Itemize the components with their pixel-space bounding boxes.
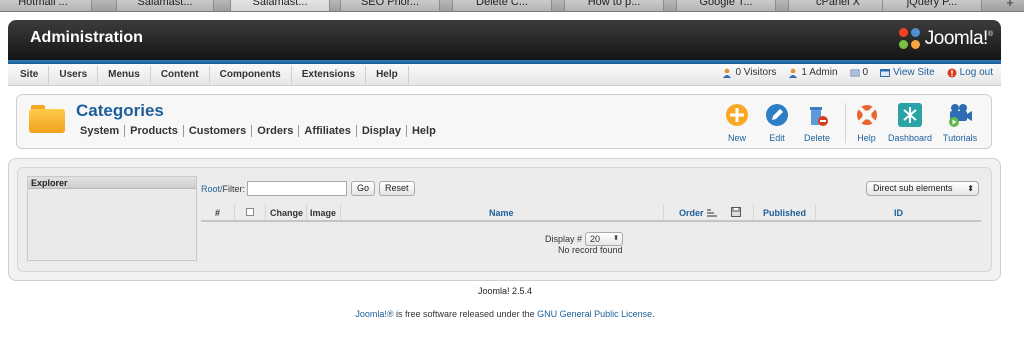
menu-extensions[interactable]: Extensions (292, 66, 367, 84)
browser-tab-active[interactable]: Salamast... (230, 0, 330, 11)
menu-menus[interactable]: Menus (98, 66, 151, 84)
browser-tab[interactable]: Salamast... (116, 0, 214, 11)
col-order[interactable]: Order (679, 208, 704, 218)
browser-tab[interactable]: Hotmail ... (0, 0, 92, 11)
filter-row: Root/ Filter: Go Reset (201, 181, 419, 196)
visitors-status: 0 Visitors (722, 67, 776, 78)
sort-order-icon[interactable] (707, 208, 717, 217)
add-icon (726, 104, 748, 126)
filter-label: Filter: (222, 183, 246, 194)
root-link[interactable]: Root/ (201, 184, 223, 194)
admins-status: 1 Admin (788, 67, 838, 78)
browser-tab[interactable]: Google T... (676, 0, 776, 11)
col-number: # (215, 208, 221, 218)
tutorials-button[interactable]: Tutorials (935, 103, 985, 143)
menu-components[interactable]: Components (210, 66, 292, 84)
messages-icon (850, 69, 860, 76)
pagination-display: Display # 20 ⬍ (545, 232, 624, 246)
admin-menu-bar: Site Users Menus Content Components Exte… (8, 64, 1001, 86)
empty-message: No record found (558, 245, 623, 255)
admin-header: Administration Joomla! ® (8, 20, 1001, 60)
browser-tab[interactable]: Delete C... (452, 0, 552, 11)
menu-content[interactable]: Content (151, 66, 210, 84)
display-count-select[interactable]: 20 ⬍ (585, 232, 624, 246)
logout-icon (947, 68, 957, 77)
delete-button[interactable]: Delete (797, 103, 837, 143)
submenu-system[interactable]: System (80, 125, 126, 137)
toolbar-buttons: New Edit Delete Help Dashboard Tutorials (717, 103, 985, 143)
joomla-logo[interactable]: Joomla! ® (898, 26, 993, 52)
joomla-link[interactable]: Joomla!® (355, 309, 393, 319)
submenu-orders[interactable]: Orders (252, 125, 300, 137)
categories-folder-icon (29, 105, 65, 133)
grid-header: # Change Image Name Order Published ID (201, 202, 981, 222)
joomla-logo-text: Joomla! (924, 28, 989, 49)
visitors-icon (723, 68, 732, 78)
joomla-mark-icon (898, 28, 921, 50)
reset-button[interactable]: Reset (379, 181, 415, 196)
registered-mark: ® (987, 30, 993, 38)
browser-tab[interactable]: SEO Prior... (340, 0, 440, 11)
view-mode-select[interactable]: Direct sub elements ⬍ (866, 181, 979, 196)
col-change: Change (270, 208, 304, 218)
submenu-help[interactable]: Help (407, 125, 441, 137)
new-button[interactable]: New (717, 103, 757, 143)
browser-tab[interactable]: How to p... (564, 0, 664, 11)
browser-tab[interactable]: jQuery P... (882, 0, 982, 11)
logout-link[interactable]: Log out (947, 67, 993, 78)
go-button[interactable]: Go (351, 181, 376, 196)
dashboard-icon (898, 103, 922, 127)
view-mode-value: Direct sub elements (873, 183, 953, 193)
page-title: Categories (76, 101, 164, 120)
select-arrows-icon: ⬍ (967, 184, 974, 193)
lifebuoy-icon (856, 105, 877, 125)
submenu-customers[interactable]: Customers (184, 125, 253, 137)
browser-tab[interactable]: cPanel X (788, 0, 888, 11)
submenu-products[interactable]: Products (125, 125, 184, 137)
col-name[interactable]: Name (489, 208, 514, 218)
browser-tab-strip: Hotmail ... Salamast... Salamast... SEO … (0, 0, 1024, 12)
new-tab-button[interactable]: + (1000, 0, 1020, 11)
edit-icon (766, 104, 788, 126)
categories-grid: # Change Image Name Order Published ID D… (201, 202, 981, 255)
help-button[interactable]: Help (845, 103, 885, 143)
trash-icon (810, 107, 828, 126)
menu-help[interactable]: Help (366, 66, 409, 84)
status-bar: 0 Visitors 1 Admin 0 View Site Log out (710, 67, 993, 78)
view-site-icon (880, 68, 891, 77)
display-label: Display # (545, 234, 583, 244)
explorer-panel: Explorer (27, 176, 197, 261)
filter-input[interactable] (247, 181, 348, 196)
select-arrows-icon: ⬍ (613, 235, 620, 242)
view-site-link[interactable]: View Site (880, 67, 935, 78)
edit-button[interactable]: Edit (757, 103, 797, 143)
explorer-title: Explorer (28, 177, 196, 189)
main-panel: Explorer Root/ Filter: Go Reset Direct s… (8, 158, 1001, 281)
admin-user-icon (789, 68, 798, 78)
admin-title: Administration (30, 29, 143, 46)
col-published[interactable]: Published (763, 208, 806, 218)
submenu-display[interactable]: Display (357, 125, 407, 137)
toolbar-panel: Categories System Products Customers Ord… (16, 94, 992, 149)
messages-status[interactable]: 0 (850, 67, 868, 78)
video-camera-icon (949, 104, 972, 127)
gpl-link[interactable]: GNU General Public License (537, 309, 652, 319)
footer-license: Joomla!® is free software released under… (355, 309, 655, 319)
select-all-checkbox[interactable] (246, 208, 254, 216)
save-order-icon[interactable] (731, 207, 741, 217)
submenu-affiliates[interactable]: Affiliates (299, 125, 357, 137)
menu-site[interactable]: Site (10, 66, 50, 84)
col-id[interactable]: ID (894, 208, 903, 218)
dashboard-button[interactable]: Dashboard (885, 103, 935, 143)
col-image: Image (310, 208, 337, 218)
menu-users[interactable]: Users (49, 66, 99, 84)
footer-version: Joomla! 2.5.4 (477, 286, 533, 296)
submenu: System Products Customers Orders Affilia… (80, 125, 441, 137)
